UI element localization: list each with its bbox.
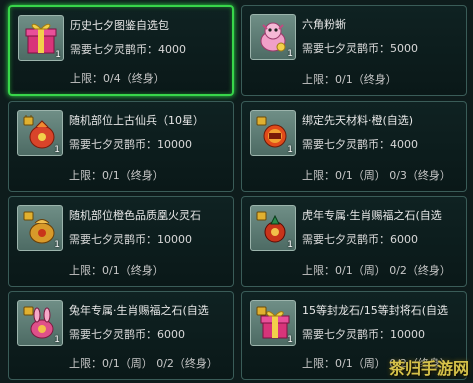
item-slot[interactable]: 1 [17, 205, 63, 251]
item-count: 1 [287, 49, 293, 59]
shop-item-card[interactable]: 1 兔年专属·生肖赐福之石(自选 需要七夕灵鹊币：6000 上限：0/1（周） … [8, 291, 234, 380]
item-count: 1 [54, 145, 60, 155]
item-slot[interactable]: 1 [17, 300, 63, 346]
item-price: 需要七夕灵鹊币：4000 [302, 138, 418, 151]
item-count: 1 [54, 335, 60, 345]
item-slot[interactable]: 1 [250, 205, 296, 251]
item-name: 六角粉蜥 [302, 18, 346, 31]
item-count: 1 [287, 145, 293, 155]
item-price: 需要七夕灵鹊币：10000 [69, 233, 192, 246]
purchase-limit: 上限：0/4（终身） [70, 72, 165, 85]
shop-item-card[interactable]: 1 六角粉蜥 需要七夕灵鹊币：5000 上限：0/1（终身） [241, 5, 467, 96]
item-count: 1 [54, 240, 60, 250]
item-price: 需要七夕灵鹊币：4000 [70, 43, 186, 56]
item-name: 15等封龙石/15等封将石(自选 [302, 304, 448, 317]
item-count: 1 [55, 50, 61, 60]
item-name: 随机部位橙色品质凰火灵石 [69, 209, 201, 222]
shop-item-card[interactable]: 1 历史七夕图鉴自选包 需要七夕灵鹊币：4000 上限：0/4（终身） [8, 5, 234, 96]
item-name: 绑定先天材料·橙(自选) [302, 114, 414, 127]
gift-box-icon [25, 23, 57, 54]
locked-tiger-stone-icon [256, 211, 286, 243]
purchase-limit: 上限：0/1（周） 0/2（终身） [69, 357, 218, 370]
shop-item-card[interactable]: 1 随机部位上古仙兵（10星） 需要七夕灵鹊币：10000 上限：0/1（终身） [8, 101, 234, 192]
shop-item-card[interactable]: 1 随机部位橙色品质凰火灵石 需要七夕灵鹊币：10000 上限：0/1（终身） [8, 196, 234, 287]
item-price: 需要七夕灵鹊币：10000 [69, 138, 192, 151]
item-name: 随机部位上古仙兵（10星） [69, 114, 204, 127]
purchase-limit: 上限：0/1（周） 0/3（终身） [302, 169, 451, 182]
item-slot[interactable]: 1 [17, 110, 63, 156]
locked-golden-bag-icon [23, 211, 55, 244]
item-count: 1 [287, 335, 293, 345]
item-name: 历史七夕图鉴自选包 [70, 19, 169, 32]
item-count: 1 [287, 240, 293, 250]
site-watermark: 茶归手游网 [388, 359, 469, 378]
item-name: 虎年专属·生肖赐福之石(自选 [302, 209, 442, 222]
pink-lizard-pet-icon [260, 22, 286, 52]
item-slot[interactable]: 1 [250, 110, 296, 156]
purchase-limit: 上限：0/1（周） 0/2（终身） [302, 264, 451, 277]
item-slot[interactable]: 1 [18, 15, 64, 61]
item-price: 需要七夕灵鹊币：5000 [302, 42, 418, 55]
item-price: 需要七夕灵鹊币：6000 [69, 328, 185, 341]
item-slot[interactable]: 1 [250, 300, 296, 346]
locked-rabbit-stone-icon [23, 306, 54, 339]
shop-item-card[interactable]: 1 虎年专属·生肖赐福之石(自选 需要七夕灵鹊币：6000 上限：0/1（周） … [241, 196, 467, 287]
item-price: 需要七夕灵鹊币：10000 [302, 328, 425, 341]
locked-gift-box-icon [256, 306, 290, 339]
purchase-limit: 上限：0/1（终身） [302, 73, 397, 86]
item-name: 兔年专属·生肖赐福之石(自选 [69, 304, 209, 317]
purchase-limit: 上限：0/1（终身） [69, 169, 164, 182]
locked-material-orb-icon [256, 116, 287, 148]
purchase-limit: 上限：0/1（终身） [69, 264, 164, 277]
item-price: 需要七夕灵鹊币：6000 [302, 233, 418, 246]
shop-item-card[interactable]: 1 绑定先天材料·橙(自选) 需要七夕灵鹊币：4000 上限：0/1（周） 0/… [241, 101, 467, 192]
item-slot[interactable]: 1 [250, 14, 296, 60]
locked-weapon-pouch-icon [23, 115, 55, 149]
